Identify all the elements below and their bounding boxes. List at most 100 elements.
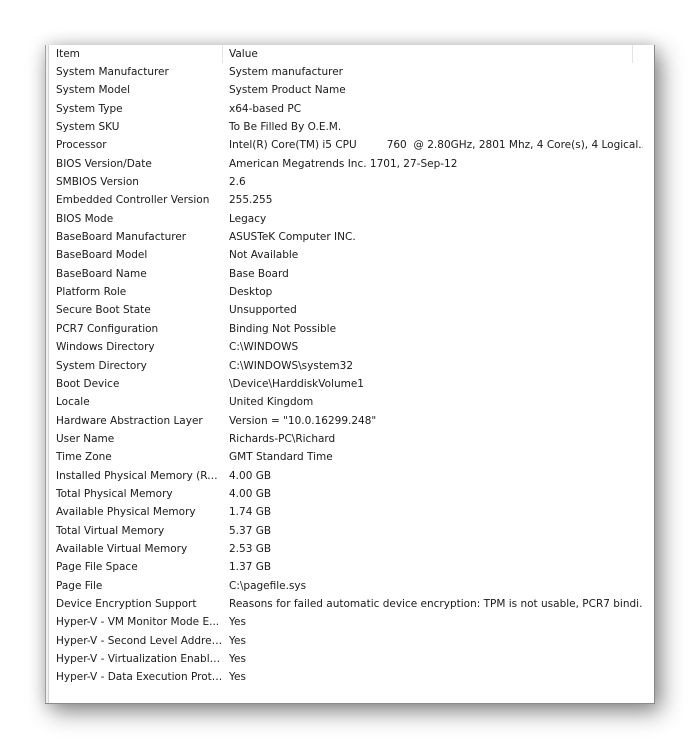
row-item-value: Version = "10.0.16299.248" xyxy=(229,414,377,427)
list-row[interactable]: Hyper-V - Virtualization Enable... Yes xyxy=(50,650,654,668)
row-item-name: Hardware Abstraction Layer xyxy=(56,414,203,427)
row-item-name: BaseBoard Manufacturer xyxy=(56,231,187,244)
row-item-value: Reasons for failed automatic device encr… xyxy=(229,597,643,610)
list-row[interactable]: PCR7 Configuration Binding Not Possible xyxy=(50,320,654,338)
row-item-name: Page File xyxy=(56,579,103,592)
row-item-value: System Product Name xyxy=(229,84,346,97)
row-item-name: Available Physical Memory xyxy=(56,506,196,519)
row-item-name: Hyper-V - Virtualization Enable... xyxy=(56,653,223,665)
list-row[interactable]: BIOS Mode Legacy xyxy=(50,210,654,228)
list-row[interactable]: Available Virtual Memory 2.53 GB xyxy=(50,540,654,558)
row-item-value: Intel(R) Core(TM) i5 CPU 760 @ 2.80GHz, … xyxy=(229,139,643,152)
list-row[interactable]: Available Physical Memory 1.74 GB xyxy=(50,503,654,521)
splitter-edge[interactable] xyxy=(45,45,49,703)
row-item-name: BIOS Mode xyxy=(56,212,114,225)
row-item-value: C:\pagefile.sys xyxy=(229,579,307,592)
row-item-name: Hyper-V - Data Execution Prote... xyxy=(56,671,223,684)
list-row[interactable]: Locale United Kingdom xyxy=(50,393,654,411)
row-item-name: Total Physical Memory xyxy=(56,487,173,500)
row-item-value: x64-based PC xyxy=(229,102,302,115)
list-row[interactable]: Hyper-V - Data Execution Prote... Yes xyxy=(50,668,654,686)
row-item-name: Hyper-V - Second Level Addres... xyxy=(56,634,223,647)
list-row[interactable]: BaseBoard Name Base Board xyxy=(50,265,654,283)
column-header-item[interactable]: Item xyxy=(50,45,223,63)
row-item-value: Richards-PC\Richard xyxy=(229,432,336,445)
list-row[interactable]: System Type x64-based PC xyxy=(50,100,654,118)
list-row[interactable]: SMBIOS Version 2.6 xyxy=(50,173,654,191)
row-item-name: System Manufacturer xyxy=(56,66,169,78)
row-item-value: 4.00 GB xyxy=(229,469,272,482)
list-row[interactable]: System Model System Product Name xyxy=(50,81,654,99)
row-item-name: Embedded Controller Version xyxy=(56,194,210,207)
list-row[interactable]: Page File C:\pagefile.sys xyxy=(50,577,654,595)
row-item-value: To Be Filled By O.E.M. xyxy=(229,121,342,134)
list-row[interactable]: Total Physical Memory 4.00 GB xyxy=(50,485,654,503)
list-row[interactable]: Processor Intel(R) Core(TM) i5 CPU 760 @ … xyxy=(50,136,654,154)
row-item-name: User Name xyxy=(56,432,115,445)
row-item-name: Secure Boot State xyxy=(56,304,151,317)
row-item-value: Base Board xyxy=(229,267,289,280)
row-item-name: System Model xyxy=(56,84,131,97)
list-row[interactable]: Time Zone GMT Standard Time xyxy=(50,448,654,466)
list-rows: System Manufacturer System manufacturer Sy… xyxy=(50,63,654,687)
system-summary-panel: Item Value System Manufacturer System man… xyxy=(45,45,655,704)
list-row[interactable]: BaseBoard Model Not Available xyxy=(50,246,654,264)
row-item-name: BIOS Version/Date xyxy=(56,157,152,170)
row-item-value: United Kingdom xyxy=(229,396,314,409)
row-item-name: Hyper-V - VM Monitor Mode E... xyxy=(56,616,220,629)
row-item-value: Desktop xyxy=(229,286,273,299)
row-item-value: American Megatrends Inc. 1701, 27-Sep-12 xyxy=(229,157,458,170)
list-row[interactable]: Windows Directory C:\WINDOWS xyxy=(50,338,654,356)
row-item-name: System SKU xyxy=(56,121,120,134)
row-item-name: BaseBoard Model xyxy=(56,249,148,262)
row-item-value: System manufacturer xyxy=(229,66,344,78)
list-row[interactable]: BaseBoard Manufacturer ASUSTeK Computer I… xyxy=(50,228,654,246)
system-info-list: Item Value System Manufacturer System man… xyxy=(50,45,654,703)
list-row[interactable]: System Directory C:\WINDOWS\system32 xyxy=(50,357,654,375)
row-item-name: Processor xyxy=(56,139,107,152)
row-item-name: Platform Role xyxy=(56,286,127,299)
list-row[interactable]: Installed Physical Memory (RAM) 4.00 GB xyxy=(50,467,654,485)
column-header-value[interactable]: Value xyxy=(223,45,633,63)
list-row[interactable]: System SKU To Be Filled By O.E.M. xyxy=(50,118,654,136)
list-row[interactable]: Hardware Abstraction Layer Version = "10.… xyxy=(50,412,654,430)
row-item-value: Unsupported xyxy=(229,304,297,317)
row-item-name: Total Virtual Memory xyxy=(56,524,165,537)
row-item-value: 2.6 xyxy=(229,176,246,189)
list-row[interactable]: Device Encryption Support Reasons for fai… xyxy=(50,595,654,613)
row-item-value: Yes xyxy=(229,634,246,647)
list-row[interactable]: Platform Role Desktop xyxy=(50,283,654,301)
list-row[interactable]: Hyper-V - VM Monitor Mode E... Yes xyxy=(50,613,654,631)
row-item-value: Binding Not Possible xyxy=(229,322,337,335)
row-item-name: System Directory xyxy=(56,359,147,372)
row-item-value: 1.37 GB xyxy=(229,561,272,574)
row-item-value: Yes xyxy=(229,653,246,665)
row-item-value: Not Available xyxy=(229,249,299,262)
list-row[interactable]: Embedded Controller Version 255.255 xyxy=(50,191,654,209)
row-item-name: Page File Space xyxy=(56,561,138,574)
row-item-name: System Type xyxy=(56,102,123,115)
row-item-value: Yes xyxy=(229,616,246,629)
list-row[interactable]: Total Virtual Memory 5.37 GB xyxy=(50,522,654,540)
row-item-value: GMT Standard Time xyxy=(229,451,333,464)
list-row[interactable]: Secure Boot State Unsupported xyxy=(50,301,654,319)
row-item-value: \Device\HarddiskVolume1 xyxy=(229,377,364,390)
row-item-name: SMBIOS Version xyxy=(56,176,139,189)
row-item-name: Boot Device xyxy=(56,377,120,390)
row-item-value: 5.37 GB xyxy=(229,524,272,537)
row-item-name: Locale xyxy=(56,396,90,409)
row-item-value: Legacy xyxy=(229,212,267,225)
row-item-name: Available Virtual Memory xyxy=(56,542,188,555)
row-item-name: Installed Physical Memory (RAM) xyxy=(56,469,223,482)
list-row[interactable]: BIOS Version/Date American Megatrends Inc… xyxy=(50,155,654,173)
list-row[interactable]: Page File Space 1.37 GB xyxy=(50,558,654,576)
list-header: Item Value xyxy=(50,45,654,63)
row-item-value: C:\WINDOWS xyxy=(229,341,299,354)
row-item-name: Windows Directory xyxy=(56,341,155,354)
row-item-name: BaseBoard Name xyxy=(56,267,147,280)
list-row[interactable]: User Name Richards-PC\Richard xyxy=(50,430,654,448)
row-item-value: 2.53 GB xyxy=(229,542,272,555)
list-row[interactable]: Hyper-V - Second Level Addres... Yes xyxy=(50,632,654,650)
list-row[interactable]: Boot Device \Device\HarddiskVolume1 xyxy=(50,375,654,393)
list-row[interactable]: System Manufacturer System manufacturer xyxy=(50,63,654,81)
